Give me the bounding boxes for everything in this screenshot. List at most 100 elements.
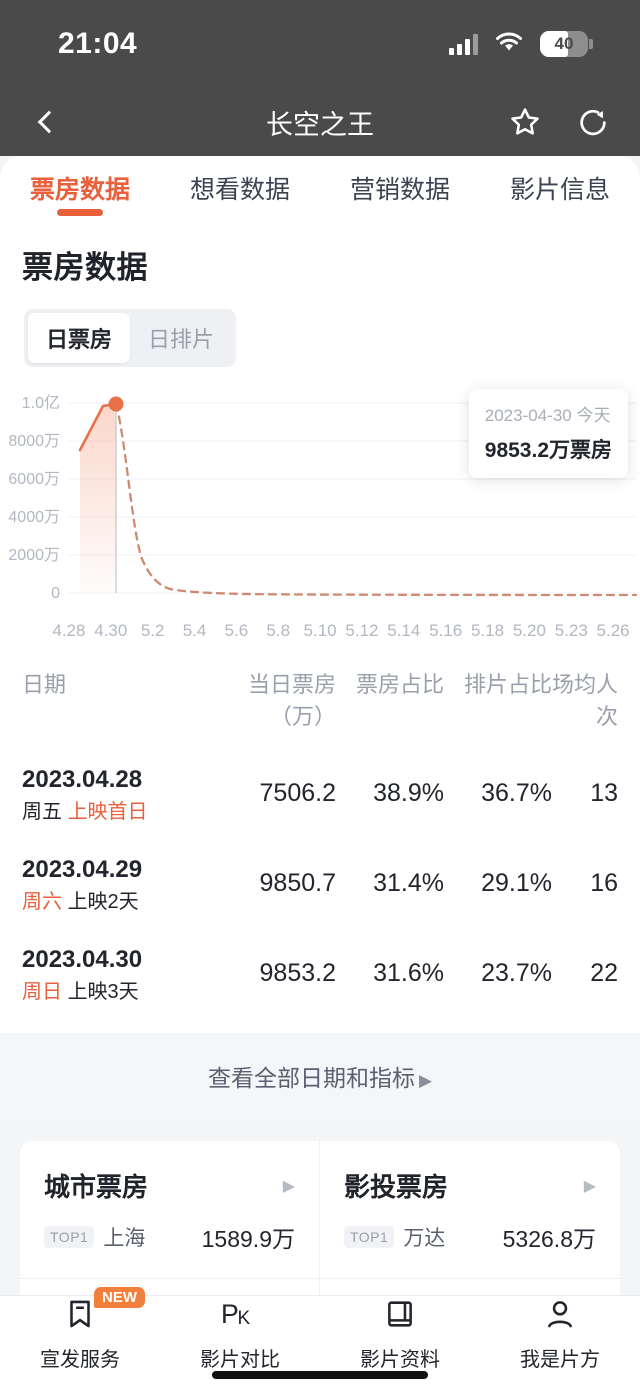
x-tick: 5.2 <box>140 621 165 640</box>
segment-daily-schedule[interactable]: 日排片 <box>130 313 232 363</box>
x-tick: 5.20 <box>512 621 546 640</box>
x-tick: 5.10 <box>303 621 337 640</box>
back-chevron-icon[interactable] <box>28 103 66 141</box>
x-tick: 5.12 <box>345 621 379 640</box>
bottom-tab-bar: NEW 宣发服务 PK 影片对比 影片资料 我是片方 <box>0 1287 640 1387</box>
svg-text:4000万: 4000万 <box>8 509 60 526</box>
x-tick: 5.26 <box>596 621 630 640</box>
row-release-tag: 上映3天 <box>67 981 139 1003</box>
segment-daily-boxoffice[interactable]: 日票房 <box>28 313 131 363</box>
signal-icon <box>449 33 478 55</box>
cell-avg-people: 13 <box>590 778 618 807</box>
tab-label: 影片信息 <box>509 176 610 204</box>
tabbar-item-filmdata[interactable]: 影片资料 <box>320 1297 480 1372</box>
tab-label: 票房数据 <box>29 176 130 204</box>
card-body: TOP1 上海 1589.9万 <box>44 1220 295 1254</box>
tabbar-label: 影片对比 <box>200 1349 280 1371</box>
row-date-sub: 周五 上映首日 <box>22 797 218 827</box>
chevron-right-icon: ▶ <box>418 1071 433 1090</box>
row-release-tag: 上映首日 <box>67 801 148 823</box>
tabbar-item-compare[interactable]: PK 影片对比 <box>160 1297 320 1372</box>
table-body: 2023.04.28 周五 上映首日 7506.2 38.9% 36.7% 13… <box>22 737 618 1007</box>
row-date-sub: 周日 上映3天 <box>22 977 218 1007</box>
col-header-gross-share: 票房占比 <box>355 672 444 697</box>
status-bar: 21:04 40 <box>0 0 640 88</box>
cell-date: 2023.04.30 周日 上映3天 <box>22 945 218 1007</box>
view-all-metrics-label: 查看全部日期和指标 <box>207 1065 415 1091</box>
card-head: 影投票房 ▶ <box>344 1167 596 1204</box>
x-tick: 5.6 <box>224 621 249 640</box>
status-icons: 40 <box>449 31 593 58</box>
star-icon[interactable] <box>506 103 544 141</box>
share-icon[interactable] <box>574 103 612 141</box>
card-city-boxoffice[interactable]: 城市票房 ▶ TOP1 上海 1589.9万 <box>20 1141 320 1278</box>
battery-level: 40 <box>554 34 574 53</box>
card-name: 万达 <box>403 1227 446 1250</box>
section-title: 票房数据 <box>22 250 148 285</box>
x-tick: 5.4 <box>182 621 207 640</box>
svg-text:8000万: 8000万 <box>8 433 60 450</box>
card-title: 城市票房 <box>44 1172 149 1202</box>
cell-avg-people: 16 <box>590 868 618 897</box>
card-cinema-chain-boxoffice[interactable]: 影投票房 ▶ TOP1 万达 5326.8万 <box>320 1141 620 1278</box>
nav-bar: 长空之王 <box>0 88 640 156</box>
col-header-gross-unit: （万） <box>269 704 336 729</box>
x-tick: 4.30 <box>94 621 128 640</box>
table-header-row: 日期 当日票房 （万） 票房占比 排片占比 场均人次 <box>22 667 618 737</box>
cell-date: 2023.04.29 周六 上映2天 <box>22 855 218 917</box>
x-tick: 5.16 <box>429 621 463 640</box>
row-date-sub: 周六 上映2天 <box>22 887 218 917</box>
book-icon <box>383 1297 417 1336</box>
chevron-right-icon: ▶ <box>282 1177 295 1195</box>
x-tick: 5.23 <box>554 621 588 640</box>
col-header-avg-people: 场均人次 <box>552 672 619 729</box>
tab-wantsee[interactable]: 想看数据 <box>160 170 320 216</box>
svg-text:2000万: 2000万 <box>8 547 60 564</box>
col-header-date: 日期 <box>22 672 67 697</box>
segmented-control: 日票房 日排片 <box>24 309 237 367</box>
x-tick: 4.28 <box>52 621 86 640</box>
row-weekday: 周五 <box>22 801 62 823</box>
home-indicator <box>212 1371 428 1379</box>
col-header-gross-label: 当日票房 <box>247 672 336 697</box>
wifi-icon <box>494 31 524 58</box>
cell-gross: 9850.7 <box>259 868 336 897</box>
new-badge: NEW <box>94 1287 145 1308</box>
x-tick: 5.18 <box>470 621 505 640</box>
tabbar-item-producer[interactable]: 我是片方 <box>480 1297 640 1372</box>
boxoffice-table: 日期 当日票房 （万） 票房占比 排片占比 场均人次 2023.04.28 周五… <box>0 641 640 1007</box>
view-all-metrics-link[interactable]: 查看全部日期和指标 ▶ <box>0 1033 640 1119</box>
top-rank-badge: TOP1 <box>344 1226 395 1248</box>
cell-gross: 7506.2 <box>259 778 336 807</box>
boxoffice-chart[interactable]: 1.0亿 8000万 6000万 4000万 2000万 0 2023-04-3… <box>0 381 640 619</box>
cell-avg-people: 22 <box>590 958 618 987</box>
table-row[interactable]: 2023.04.30 周日 上映3天 9853.2 31.6% 23.7% 22 <box>22 917 618 1007</box>
card-value: 5326.8万 <box>502 1226 596 1252</box>
tab-marketing[interactable]: 营销数据 <box>320 170 480 216</box>
cell-date: 2023.04.28 周五 上映首日 <box>22 765 218 827</box>
cell-show-share: 23.7% <box>481 958 552 987</box>
tab-filminfo[interactable]: 影片信息 <box>480 170 640 216</box>
svg-text:6000万: 6000万 <box>8 471 60 488</box>
tabbar-label: 我是片方 <box>520 1349 600 1371</box>
col-header-gross: 当日票房 （万） <box>218 667 336 731</box>
status-time: 21:04 <box>58 27 138 60</box>
tab-label: 想看数据 <box>189 176 290 204</box>
chart-x-axis: 4.28 4.30 5.2 5.4 5.6 5.8 5.10 5.12 5.14… <box>0 619 640 641</box>
chevron-right-icon: ▶ <box>583 1177 596 1195</box>
cell-show-share: 29.1% <box>481 868 552 897</box>
table-row[interactable]: 2023.04.28 周五 上映首日 7506.2 38.9% 36.7% 13 <box>22 737 618 827</box>
table-row[interactable]: 2023.04.29 周六 上映2天 9850.7 31.4% 29.1% 16 <box>22 827 618 917</box>
tab-boxoffice[interactable]: 票房数据 <box>0 170 160 216</box>
tabbar-item-promotion[interactable]: NEW 宣发服务 <box>0 1287 160 1372</box>
tabbar-label: 影片资料 <box>360 1349 440 1371</box>
x-tick: 5.14 <box>387 621 421 640</box>
svg-text:0: 0 <box>51 585 60 602</box>
tooltip-value: 9853.2万票房 <box>484 439 612 462</box>
tab-active-indicator <box>57 209 103 216</box>
person-icon <box>543 1297 577 1336</box>
cell-show-share: 36.7% <box>481 778 552 807</box>
row-release-tag: 上映2天 <box>67 891 139 913</box>
cell-gross-share: 31.6% <box>373 958 444 987</box>
pk-icon: PK <box>221 1297 259 1336</box>
